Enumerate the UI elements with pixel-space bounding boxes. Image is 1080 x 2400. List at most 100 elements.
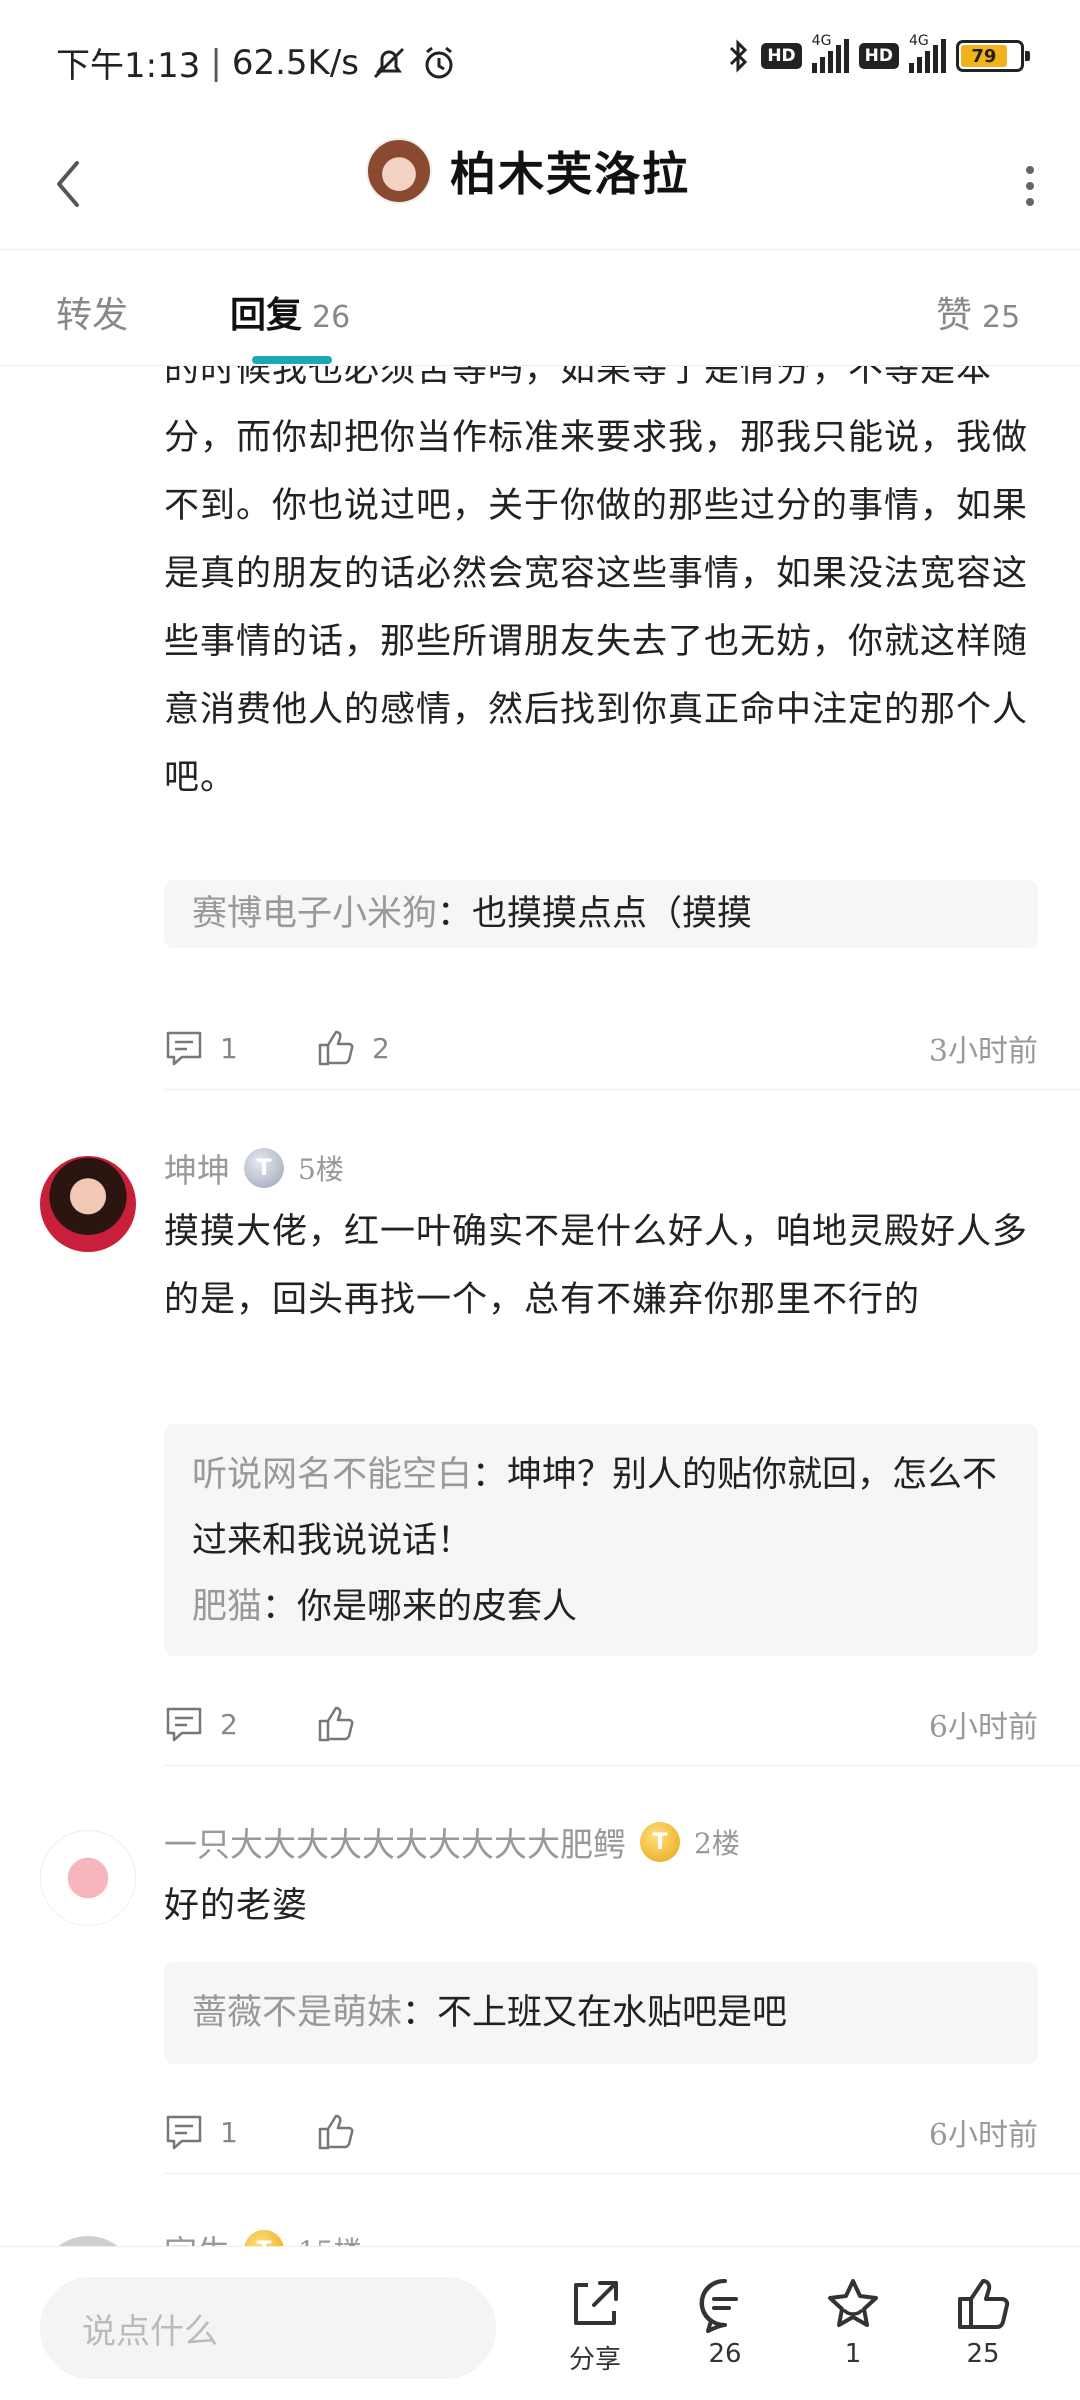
- more-options-button[interactable]: [1010, 156, 1050, 216]
- tab-like[interactable]: 赞 25: [936, 286, 1020, 338]
- like-count-bottom: 25: [966, 2339, 1000, 2369]
- comment-time: 6小时前: [928, 2118, 1038, 2153]
- sub-reply-sep: ：: [402, 1993, 438, 2033]
- tab-forward[interactable]: 转发: [56, 286, 128, 338]
- thumbs-up-icon: [958, 2279, 1010, 2329]
- user-avatar[interactable]: [40, 1830, 136, 1926]
- tab-reply[interactable]: 回复 26: [230, 286, 350, 338]
- tab-reply-count: 26: [312, 300, 351, 335]
- sub-reply-sep: ：: [262, 1587, 298, 1627]
- user-avatar[interactable]: [40, 1156, 136, 1252]
- signal-icon-2: 4G: [909, 33, 946, 73]
- signal-icon-1: 4G: [811, 33, 849, 73]
- sub-reply[interactable]: 肥猫：你是哪来的皮套人: [192, 1574, 1010, 1640]
- tab-like-label: 赞: [936, 295, 973, 336]
- status-time: 下午1:13: [56, 46, 201, 86]
- sub-reply-author[interactable]: 蔷薇不是萌妹: [192, 1993, 402, 2033]
- like-count: 2: [372, 1031, 390, 1065]
- comment-icon: [166, 1031, 202, 1066]
- comment-icon: [166, 2115, 202, 2150]
- battery-icon: 79: [956, 40, 1030, 72]
- comment-body: 摸摸大佬，红一叶确实不是什么好人，咱地灵殿好人多的是，回头再找一个，总有不嫌弃你…: [164, 1212, 1029, 1320]
- comment-input[interactable]: 说点什么: [40, 2277, 496, 2379]
- comment-actions: 2 6小时前: [164, 1694, 1038, 1754]
- user-avatar[interactable]: [40, 2236, 136, 2246]
- comment-body: 的时候我也必须苦等吗，如果等了是情分，不等是本分，而你却把你当作标准来要求我，那…: [164, 366, 1029, 798]
- thumbs-up-icon: [318, 2114, 354, 2150]
- dot-icon: [1026, 198, 1034, 206]
- comment-username[interactable]: 坤坤: [164, 1144, 230, 1192]
- thumbs-up-icon: [318, 1030, 354, 1066]
- floor-label: 2楼: [694, 1827, 740, 1860]
- reply-action[interactable]: 2: [164, 1704, 238, 1744]
- header-title-group[interactable]: 柏木芙洛拉: [366, 138, 690, 204]
- reply-action[interactable]: 1: [164, 2112, 238, 2152]
- comment-user-row: 宗生 T 15楼: [164, 2226, 362, 2246]
- thumbs-up-icon: [318, 1706, 354, 1742]
- like-action[interactable]: 2: [316, 1028, 390, 1068]
- sub-reply-author[interactable]: 听说网名不能空白: [192, 1455, 472, 1495]
- sub-reply-box[interactable]: 蔷薇不是萌妹：不上班又在水贴吧是吧: [164, 1962, 1038, 2064]
- bluetooth-icon: [730, 39, 748, 73]
- tab-reply-label: 回复: [230, 294, 303, 336]
- comment-user-row: 坤坤 T 5楼: [164, 1144, 344, 1192]
- bottom-action-bar: 说点什么 分享 26 1 25: [0, 2246, 1080, 2400]
- comment-time: 3小时前: [928, 1034, 1038, 1069]
- sub-reply-box[interactable]: 赛博电子小米狗：也摸摸点点（摸摸: [164, 880, 1038, 948]
- net-type-2: 4G: [909, 33, 929, 49]
- favorite-button[interactable]: 1: [798, 2275, 908, 2369]
- share-label: 分享: [568, 2345, 621, 2375]
- sub-reply-box[interactable]: 听说网名不能空白：坤坤？别人的贴你就回，怎么不过来和我说说话！ 肥猫：你是哪来的…: [164, 1424, 1038, 1656]
- sub-reply-author[interactable]: 赛博电子小米狗: [192, 894, 437, 934]
- comment-input-placeholder: 说点什么: [82, 2311, 218, 2352]
- comment-button[interactable]: 26: [670, 2275, 780, 2369]
- chat-bubble-icon: [699, 2278, 738, 2333]
- chevron-left-icon: [57, 161, 79, 207]
- reply-list[interactable]: 的时候我也必须苦等吗，如果等了是情分，不等是本分，而你却把你当作标准来要求我，那…: [0, 366, 1080, 2246]
- post-header: 柏木芙洛拉: [0, 120, 1080, 250]
- tab-active-indicator: [252, 356, 332, 364]
- reply-count: 2: [220, 1707, 238, 1741]
- comment-username[interactable]: 宗生: [164, 2226, 230, 2246]
- comment-time: 6小时前: [928, 1710, 1038, 1745]
- like-button[interactable]: 25: [928, 2275, 1038, 2369]
- comment-user-row: 一只大大大大大大大大大大肥鳄 T 2楼: [164, 1818, 740, 1866]
- sub-reply-sep: ：: [472, 1455, 508, 1495]
- mute-icon: [373, 47, 405, 78]
- sub-reply-text: 不上班又在水贴吧是吧: [437, 1993, 788, 2033]
- comment-body-truncated: 的时候我也必须苦等吗，如果等了是情分，不等是本分，而你却把你当作标准来要求我，那…: [164, 366, 1034, 812]
- dot-icon: [1026, 182, 1034, 190]
- level-badge: T: [640, 1822, 680, 1862]
- comment-username[interactable]: 一只大大大大大大大大大大肥鳄: [164, 1818, 626, 1866]
- reply-action[interactable]: 1: [164, 1028, 238, 1068]
- comment-icon: [166, 1707, 202, 1742]
- like-action[interactable]: [316, 1704, 356, 1744]
- reply-count: 1: [220, 1031, 238, 1065]
- share-button[interactable]: 分享: [540, 2275, 650, 2376]
- like-action[interactable]: [316, 2112, 356, 2152]
- page-title: 柏木芙洛拉: [450, 147, 690, 201]
- sub-reply-text: 也摸摸点点（摸摸: [472, 894, 753, 934]
- back-button[interactable]: [38, 144, 98, 224]
- battery-level: 79: [961, 45, 1007, 67]
- status-right: HD 4G HD 4G 79: [727, 33, 1030, 76]
- sub-reply-author[interactable]: 肥猫: [192, 1587, 262, 1627]
- favorite-count: 1: [844, 2339, 862, 2369]
- comment-count: 26: [708, 2339, 742, 2369]
- dot-icon: [1026, 166, 1034, 174]
- author-avatar[interactable]: [366, 138, 432, 204]
- hd-badge-1: HD: [761, 43, 802, 69]
- tab-like-count: 25: [982, 300, 1021, 335]
- sub-reply[interactable]: 听说网名不能空白：坤坤？别人的贴你就回，怎么不过来和我说说话！: [192, 1442, 1010, 1574]
- divider: [164, 1089, 1080, 1090]
- level-badge: T: [244, 2230, 284, 2246]
- post-tabs: 转发 回复 26 赞 25: [0, 250, 1080, 366]
- comment-actions: 1 6小时前: [164, 2102, 1038, 2162]
- status-left: 下午1:13 | 62.5K/s: [56, 38, 459, 87]
- star-icon: [828, 2279, 878, 2327]
- reply-count: 1: [220, 2115, 238, 2149]
- net-type-1: 4G: [811, 33, 832, 49]
- tab-forward-label: 转发: [56, 295, 129, 336]
- floor-label: 15楼: [298, 2230, 362, 2246]
- floor-label: 5楼: [298, 1153, 344, 1186]
